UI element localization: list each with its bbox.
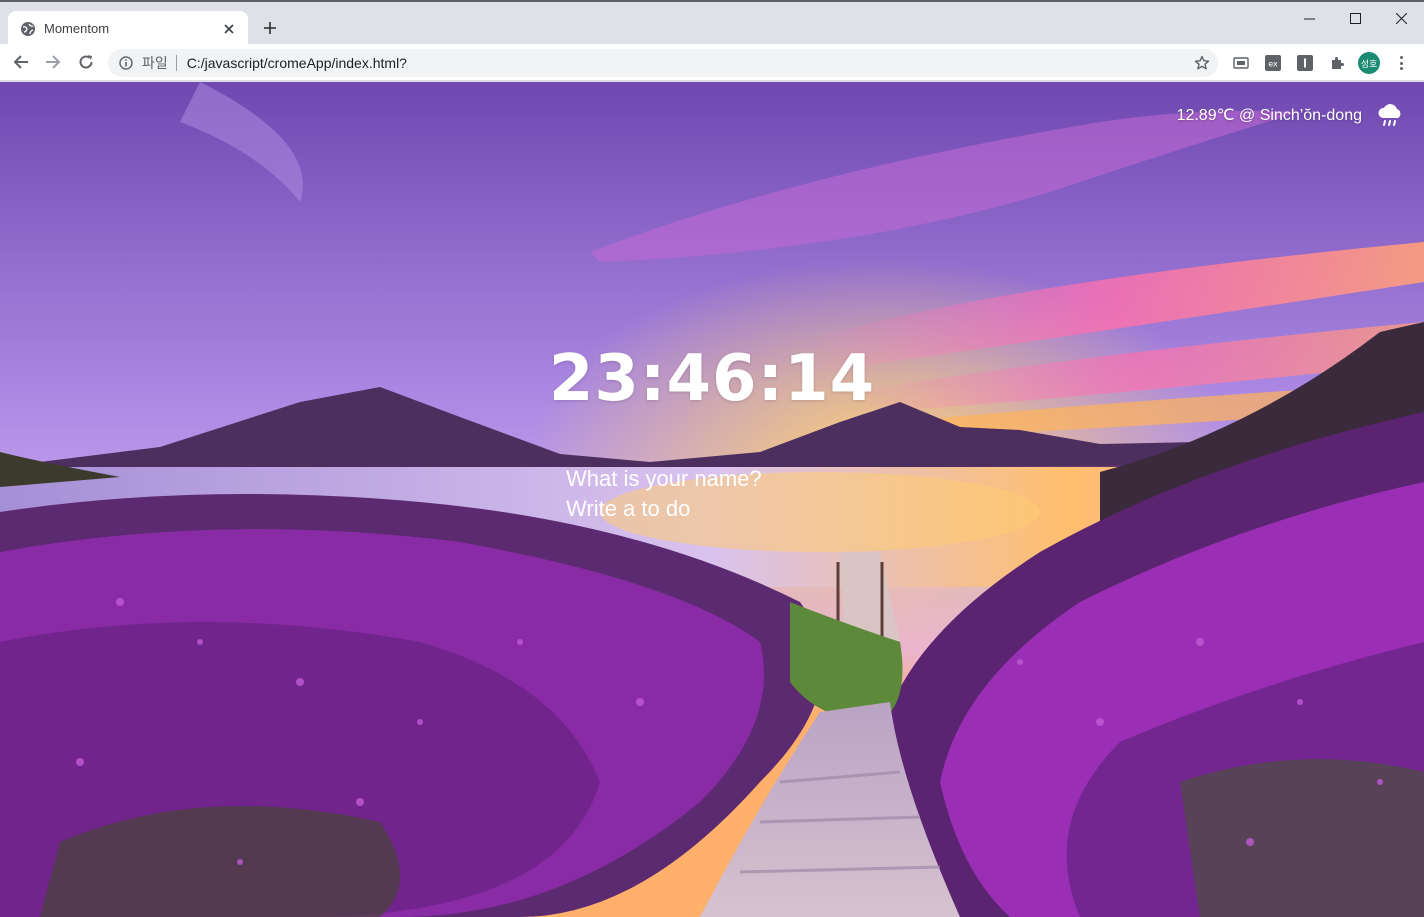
arrow-left-icon bbox=[13, 55, 28, 69]
page-viewport: 12.89℃ @ Sinch’ŏn-dong 23:46:14 What is … bbox=[0, 82, 1424, 917]
more-vert-icon[interactable] bbox=[1392, 53, 1410, 73]
scheme-label: 파일 bbox=[142, 55, 168, 71]
maximize-icon bbox=[1349, 12, 1361, 24]
extension-ex-icon[interactable]: ex bbox=[1264, 54, 1282, 72]
menu-dot bbox=[1399, 56, 1403, 59]
avatar[interactable]: 성호 bbox=[1358, 52, 1380, 74]
weather-text: 12.89℃ @ Sinch’ŏn-dong bbox=[1176, 107, 1362, 124]
address-bar[interactable]: 파일 C:/javascript/cromeApp/index.html? bbox=[108, 49, 1218, 77]
extension-info-icon[interactable] bbox=[1296, 54, 1314, 72]
weather-widget: 12.89℃ @ Sinch’ŏn-dong bbox=[1177, 102, 1404, 128]
close-icon[interactable] bbox=[220, 20, 238, 38]
todo-prompt[interactable]: Write a to do bbox=[566, 494, 762, 524]
browser-titlebar: Momentom bbox=[0, 0, 1424, 46]
star-icon[interactable] bbox=[1194, 55, 1210, 71]
minimize-button[interactable] bbox=[1286, 4, 1332, 32]
info-icon[interactable] bbox=[118, 55, 134, 71]
plus-icon bbox=[264, 22, 276, 34]
menu-dot bbox=[1399, 67, 1403, 70]
name-prompt[interactable]: What is your name? bbox=[566, 464, 762, 494]
svg-text:ex: ex bbox=[1268, 60, 1278, 69]
forward-button[interactable] bbox=[40, 49, 66, 75]
maximize-button[interactable] bbox=[1332, 4, 1378, 32]
tab-title: Momentom bbox=[44, 21, 110, 36]
puzzle-icon[interactable] bbox=[1328, 54, 1346, 72]
url-text[interactable]: C:/javascript/cromeApp/index.html? bbox=[187, 55, 407, 71]
new-tab-button[interactable] bbox=[258, 16, 282, 40]
cloud-rain-icon bbox=[1376, 102, 1404, 128]
reload-icon bbox=[79, 55, 93, 69]
minimize-icon bbox=[1303, 18, 1315, 19]
prompt-group: What is your name? Write a to do bbox=[566, 464, 762, 524]
arrow-right-icon bbox=[46, 55, 61, 69]
extension-cast-icon[interactable] bbox=[1232, 54, 1250, 72]
omnibox-divider bbox=[175, 55, 177, 71]
close-icon bbox=[1395, 12, 1407, 24]
browser-toolbar: 파일 C:/javascript/cromeApp/index.html? ex… bbox=[0, 44, 1424, 81]
reload-button[interactable] bbox=[73, 49, 99, 75]
menu-dot bbox=[1399, 61, 1403, 65]
browser-tab[interactable]: Momentom bbox=[8, 11, 248, 46]
window-close-button[interactable] bbox=[1378, 4, 1424, 32]
clock: 23:46:14 bbox=[548, 342, 876, 416]
back-button[interactable] bbox=[8, 49, 34, 75]
globe-icon bbox=[20, 21, 36, 37]
